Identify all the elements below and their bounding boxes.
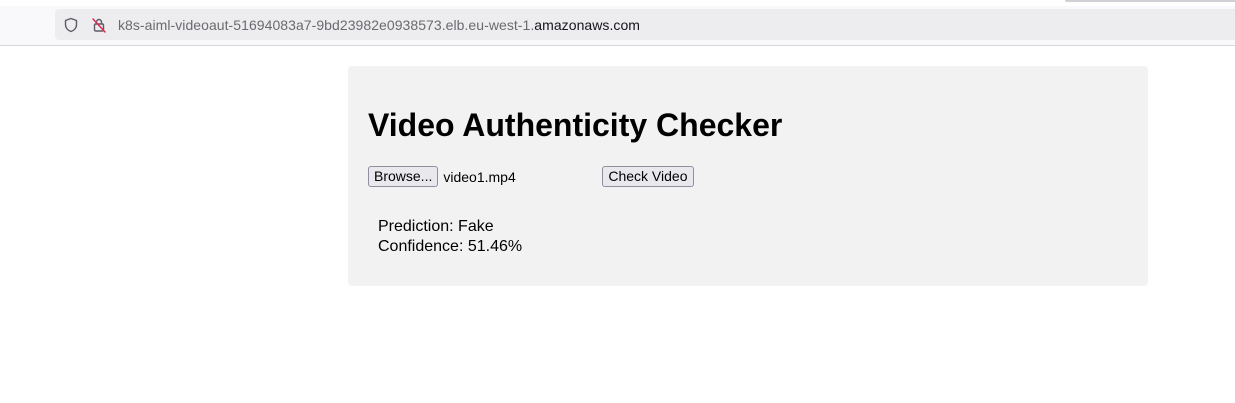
result-panel: Prediction: Fake Confidence: 51.46% [378, 217, 522, 257]
address-bar[interactable]: k8s-aiml-videoaut-51694083a7-9bd23982e09… [55, 9, 1235, 40]
shield-icon[interactable] [62, 16, 80, 34]
confidence-text: Confidence: 51.46% [378, 238, 523, 255]
tab-strip-edge [0, 0, 1235, 6]
url-domain: amazonaws.com [534, 16, 640, 33]
check-video-button[interactable]: Check Video [602, 166, 694, 187]
tab-edge [1065, 0, 1235, 2]
selected-file-name: video1.mp4 [443, 168, 516, 185]
insecure-lock-icon[interactable] [90, 16, 108, 34]
upload-row: Browse... video1.mp4 Check Video [368, 166, 694, 187]
url-text[interactable]: k8s-aiml-videoaut-51694083a7-9bd23982e09… [118, 17, 640, 33]
url-prefix: k8s-aiml-videoaut-51694083a7-9bd23982e09… [118, 16, 535, 33]
browser-toolbar: k8s-aiml-videoaut-51694083a7-9bd23982e09… [0, 0, 1235, 46]
app-card: Video Authenticity Checker Browse... vid… [348, 66, 1148, 286]
page-title: Video Authenticity Checker [368, 107, 783, 143]
prediction-text: Prediction: Fake [378, 218, 494, 235]
browse-button[interactable]: Browse... [368, 166, 439, 187]
